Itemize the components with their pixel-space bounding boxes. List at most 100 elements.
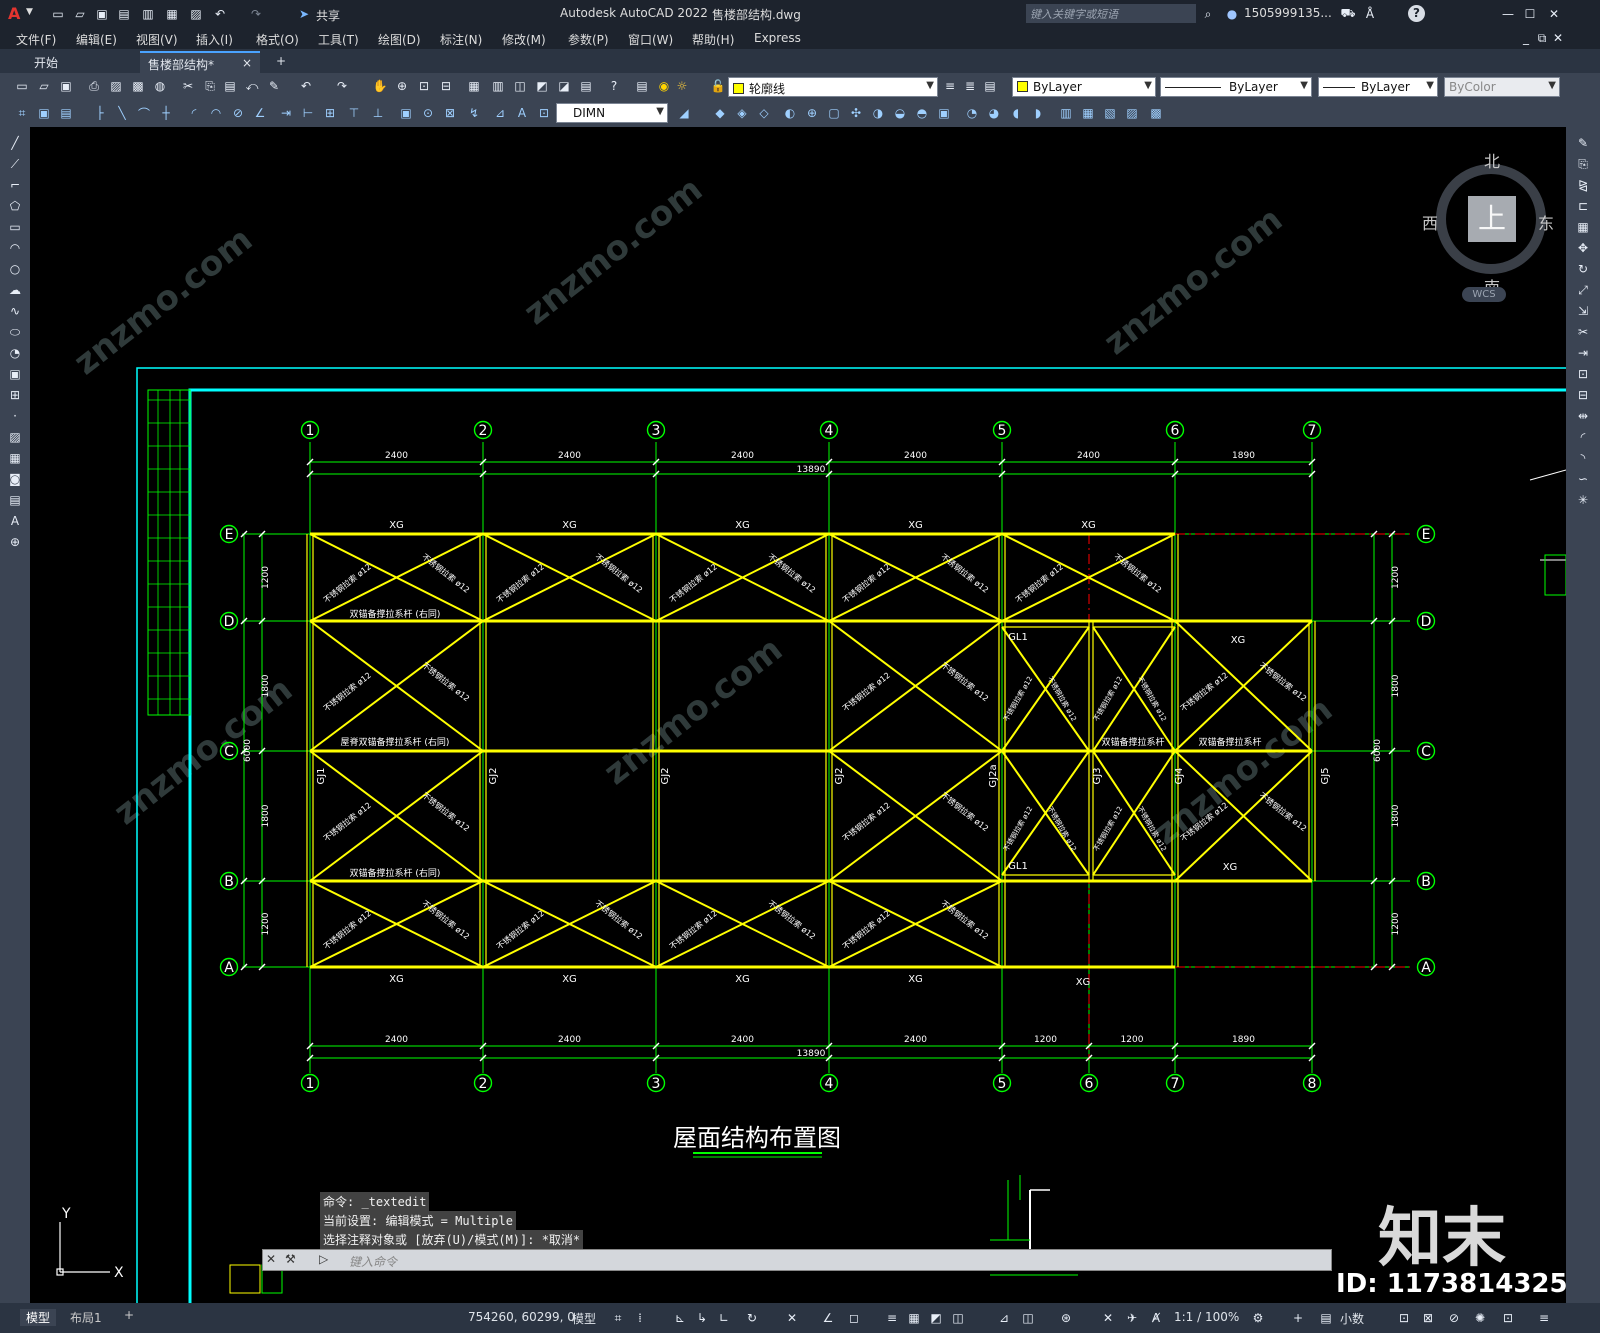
menu-edit[interactable]: 编辑(E) [76, 31, 117, 48]
fillet-icon[interactable]: ◝ [1575, 450, 1591, 466]
imprint-icon[interactable]: ◕ [986, 105, 1002, 121]
dimstyle-icon[interactable]: ◢ [676, 105, 692, 121]
mesh-icon[interactable]: ▥ [1058, 105, 1074, 121]
extend-icon[interactable]: ⇥ [1575, 345, 1591, 361]
command-input[interactable]: 键入命令 [349, 1253, 397, 1270]
new-file-icon[interactable]: ▭ [50, 6, 66, 22]
help-icon[interactable]: ? [606, 78, 622, 94]
line-icon[interactable]: ╱ [7, 135, 23, 151]
menu-insert[interactable]: 插入(I) [196, 31, 233, 48]
polar-icon[interactable]: ↻ [744, 1310, 760, 1326]
share-icon[interactable]: ➤ [296, 6, 312, 22]
print-icon[interactable]: ▨ [188, 6, 204, 22]
isolate-icon[interactable]: ⊘ [1446, 1310, 1462, 1326]
plotstyle-dropdown[interactable]: ByColor ▼ [1444, 77, 1560, 97]
help-button[interactable]: ? [1408, 5, 1425, 22]
jogged-dim-icon[interactable]: ◠ [208, 105, 224, 121]
linetype-dropdown[interactable]: ByLayer ▼ [1160, 77, 1312, 97]
update-dim-icon[interactable]: ⊡ [536, 105, 552, 121]
gizmo-icon[interactable]: ⊛ [1058, 1310, 1074, 1326]
wedge-icon[interactable]: ◈ [734, 105, 750, 121]
3dosnap-icon[interactable]: ◫ [950, 1310, 966, 1326]
close-icon[interactable]: ✕ [1546, 6, 1562, 22]
rotate-icon[interactable]: ↻ [1575, 261, 1591, 277]
continue-dim-icon[interactable]: ⊞ [322, 105, 338, 121]
hardware-accel-icon[interactable]: ✺ [1472, 1310, 1488, 1326]
break-at-point-icon[interactable]: ⊡ [1575, 366, 1591, 382]
revcloud-icon[interactable]: ☁ [7, 282, 23, 298]
gradient-icon[interactable]: ▦ [7, 450, 23, 466]
compass-east[interactable]: 东 [1538, 210, 1554, 234]
doc-minimize-icon[interactable]: _ [1518, 30, 1534, 46]
viewcube-top-face[interactable]: 上 [1468, 196, 1516, 242]
preview-icon[interactable]: ▨ [108, 78, 124, 94]
annotation-scale-icon[interactable]: Ⱥ [1148, 1310, 1164, 1326]
dyn-ucs-icon[interactable]: ⊿ [996, 1310, 1012, 1326]
a360-icon[interactable]: Å [1362, 6, 1378, 22]
layer-match-icon[interactable]: ≣ [962, 78, 978, 94]
redo-icon[interactable]: ↷ [334, 78, 350, 94]
matchprop-icon[interactable]: ⤺ [244, 78, 260, 94]
block-editor-icon[interactable]: ✎ [266, 78, 282, 94]
chamfer-icon[interactable]: ◜ [1575, 429, 1591, 445]
snap-icon[interactable]: ⁞ [632, 1310, 648, 1326]
sun-icon[interactable]: ☼ [674, 78, 690, 94]
menu-format[interactable]: 格式(O) [256, 31, 299, 48]
aligned-dim-icon[interactable]: ╲ [114, 105, 130, 121]
layer-tools-icon[interactable]: ≡ [942, 78, 958, 94]
annotation-monitor-icon[interactable]: + [1290, 1310, 1306, 1326]
lineweight-icon[interactable]: ≡ [884, 1310, 900, 1326]
blend-icon[interactable]: ∽ [1575, 471, 1591, 487]
save-icon[interactable]: ▣ [58, 78, 74, 94]
menu-parametric[interactable]: 参数(P) [568, 31, 609, 48]
dimstyle-dropdown[interactable]: DIMN ▼ [556, 103, 668, 123]
save-as-icon[interactable]: ▤ [116, 6, 132, 22]
annotation-visibility-icon[interactable]: ✕ [1100, 1310, 1116, 1326]
isodraft-icon[interactable]: ✕ [784, 1310, 800, 1326]
zoom-previous-icon[interactable]: ⊟ [438, 78, 454, 94]
box-icon[interactable]: ◆ [712, 105, 728, 121]
tolerance-icon[interactable]: ▣ [398, 105, 414, 121]
union-icon[interactable]: ◇ [756, 105, 772, 121]
menu-help[interactable]: 帮助(H) [692, 31, 734, 48]
selection-filter-icon[interactable]: ◫ [1020, 1310, 1036, 1326]
osnap-icon[interactable]: ◻ [846, 1310, 862, 1326]
join-icon[interactable]: ⇹ [1575, 408, 1591, 424]
pan-icon[interactable]: ✋ [372, 78, 388, 94]
design-center-icon[interactable]: ▥ [490, 78, 506, 94]
compass-west[interactable]: 西 [1422, 210, 1438, 234]
mirror-icon[interactable]: ⧎ [1575, 177, 1591, 193]
circle-icon[interactable]: ○ [7, 261, 23, 277]
clean-screen-icon[interactable]: ⊡ [1500, 1310, 1516, 1326]
region-icon[interactable]: ◙ [7, 471, 23, 487]
menu-express[interactable]: Express [754, 31, 801, 45]
app-menu-button[interactable]: A [8, 4, 20, 23]
units-display[interactable]: 小数 [1340, 1310, 1364, 1327]
lineweight-dropdown[interactable]: ByLayer ▼ [1318, 77, 1438, 97]
array-icon[interactable]: ▦ [1575, 219, 1591, 235]
compass-north[interactable]: 北 [1484, 148, 1500, 172]
infer-icon[interactable]: ⊾ [672, 1310, 688, 1326]
tab-active-drawing[interactable]: 售楼部结构* × [140, 51, 260, 73]
hatch-icon[interactable]: ▨ [7, 429, 23, 445]
share-button[interactable]: 共享 [316, 7, 340, 24]
diameter-dim-icon[interactable]: ⊘ [230, 105, 246, 121]
stretch-icon[interactable]: ⇲ [1575, 303, 1591, 319]
inspect-icon[interactable]: ⊠ [442, 105, 458, 121]
extract-icon[interactable]: ◖ [1008, 105, 1024, 121]
add-layout-button[interactable]: + [124, 1308, 134, 1322]
center-mark-icon[interactable]: ⊙ [420, 105, 436, 121]
tab-start[interactable]: 开始 [26, 51, 66, 73]
lock-icon[interactable]: 🔓 [710, 78, 726, 94]
shell-icon[interactable]: ◔ [964, 105, 980, 121]
dyn-input-icon[interactable]: ↳ [694, 1310, 710, 1326]
ordinate-dim-icon[interactable]: ┼ [158, 105, 174, 121]
auto-scale-icon[interactable]: ✈ [1124, 1310, 1140, 1326]
point-icon[interactable]: · [7, 408, 23, 424]
properties-icon[interactable]: ▦ [466, 78, 482, 94]
quick-props-icon[interactable]: ⊡ [1396, 1310, 1412, 1326]
interfere-icon[interactable]: ▣ [936, 105, 952, 121]
lightbulb-icon[interactable]: ◉ [656, 78, 672, 94]
erase-icon[interactable]: ✎ [1575, 135, 1591, 151]
command-close-icon[interactable]: ✕ [266, 1252, 276, 1266]
